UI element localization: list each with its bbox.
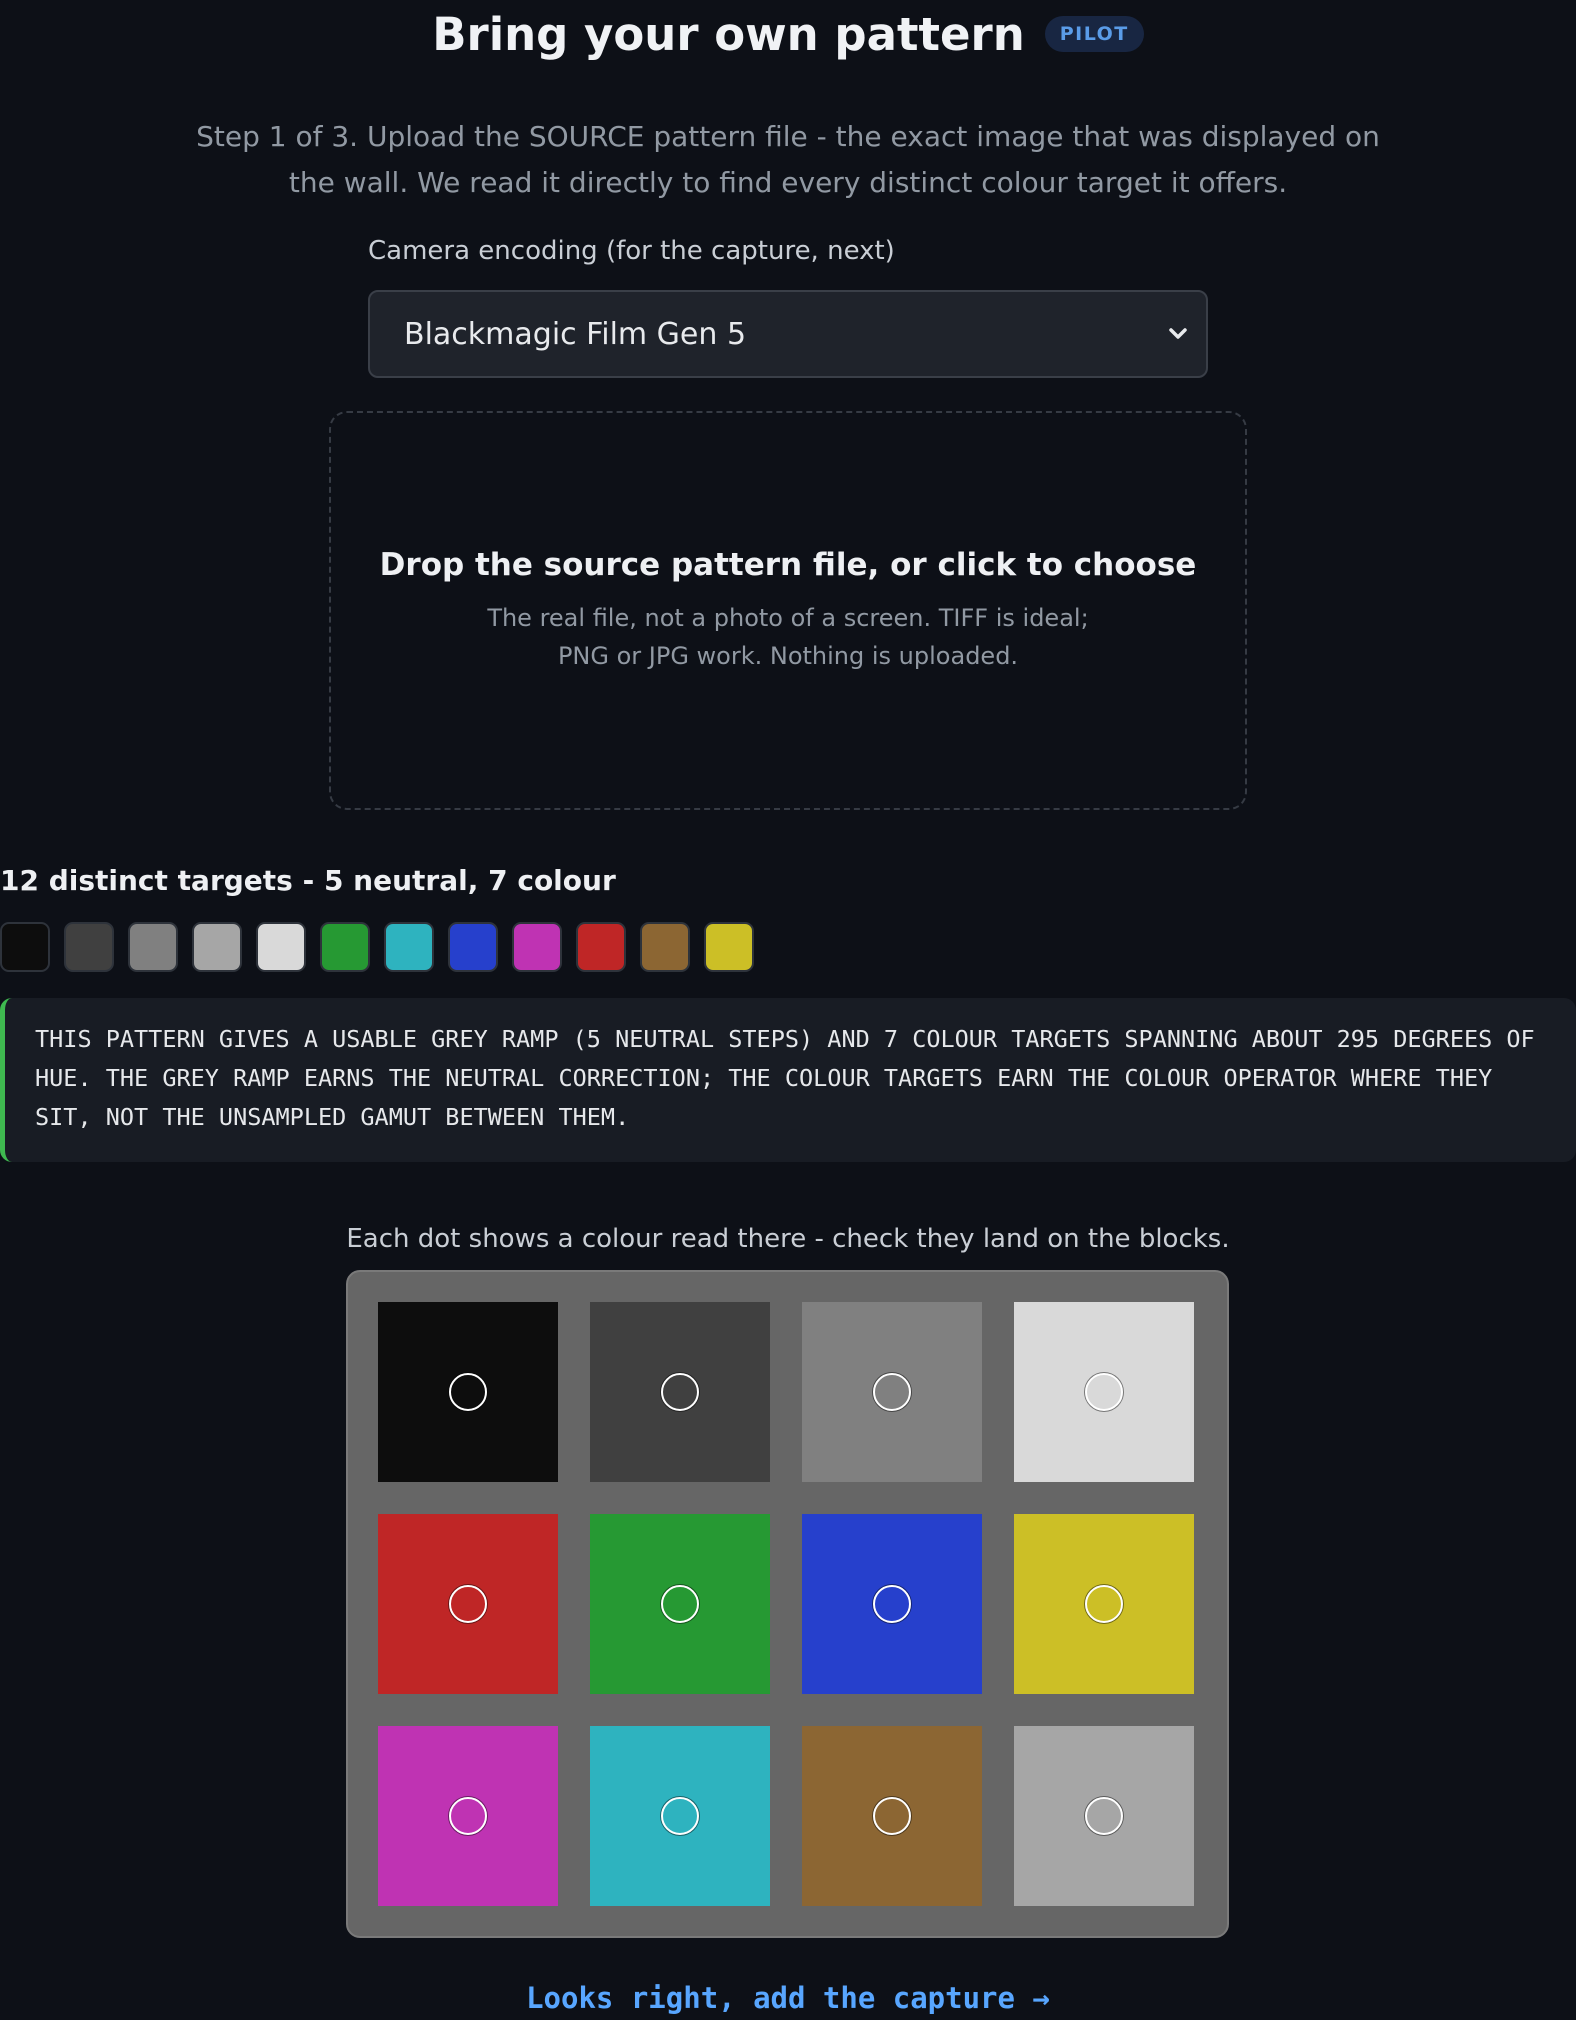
- step-intro: Step 1 of 3. Upload the SOURCE pattern f…: [196, 120, 1380, 199]
- dropzone-hint-line-2: PNG or JPG work. Nothing is uploaded.: [557, 642, 1019, 670]
- camera-encoding-label: Camera encoding (for the capture, next): [368, 236, 895, 266]
- camera-encoding-value: Blackmagic Film Gen 5: [404, 316, 747, 352]
- sample-dot: [1085, 1585, 1123, 1623]
- sample-dot: [873, 1585, 911, 1623]
- pattern-block: [378, 1302, 558, 1482]
- target-swatch: [0, 922, 50, 972]
- pattern-block: [802, 1726, 982, 1906]
- sample-dot: [873, 1797, 911, 1835]
- target-swatch: [448, 922, 498, 972]
- sample-dot: [1085, 1373, 1123, 1411]
- sample-dot: [449, 1797, 487, 1835]
- check-caption: Each dot shows a colour read there - che…: [346, 1224, 1230, 1254]
- sample-dot: [661, 1585, 699, 1623]
- target-swatch: [256, 922, 306, 972]
- sample-dot: [873, 1373, 911, 1411]
- page: Bring your own pattern PILOT Step 1 of 3…: [0, 0, 1576, 2020]
- sample-dot: [661, 1797, 699, 1835]
- target-swatch: [512, 922, 562, 972]
- target-swatch: [320, 922, 370, 972]
- pattern-block: [802, 1302, 982, 1482]
- pattern-block: [590, 1726, 770, 1906]
- dropzone-hint: The real file, not a photo of a screen. …: [331, 599, 1245, 675]
- pattern-block: [1014, 1302, 1194, 1482]
- title-row: Bring your own pattern PILOT: [0, 0, 1576, 68]
- dropzone-title: Drop the source pattern file, or click t…: [379, 547, 1197, 583]
- add-capture-link[interactable]: Looks right, add the capture →: [0, 1984, 1576, 2013]
- sample-dot: [449, 1373, 487, 1411]
- target-swatch: [704, 922, 754, 972]
- sample-dot: [661, 1373, 699, 1411]
- sample-dot: [449, 1585, 487, 1623]
- dropzone-hint-line-1: The real file, not a photo of a screen. …: [487, 604, 1089, 632]
- sample-dot: [1085, 1797, 1123, 1835]
- target-swatch: [128, 922, 178, 972]
- pattern-block: [1014, 1726, 1194, 1906]
- pattern-file-dropzone[interactable]: Drop the source pattern file, or click t…: [329, 411, 1247, 810]
- pattern-block: [378, 1726, 558, 1906]
- target-swatch: [640, 922, 690, 972]
- page-title: Bring your own pattern: [432, 7, 1025, 61]
- pattern-preview: [346, 1270, 1229, 1938]
- pattern-block: [590, 1514, 770, 1694]
- pilot-badge: PILOT: [1044, 16, 1144, 52]
- target-swatch: [384, 922, 434, 972]
- target-swatch: [64, 922, 114, 972]
- targets-summary: 12 distinct targets - 5 neutral, 7 colou…: [0, 864, 616, 897]
- chevron-down-icon: [1169, 328, 1187, 339]
- pattern-block: [1014, 1514, 1194, 1694]
- pattern-block: [802, 1514, 982, 1694]
- target-swatch: [192, 922, 242, 972]
- target-swatch: [576, 922, 626, 972]
- coverage-note: This pattern gives a usable grey ramp (5…: [0, 998, 1576, 1162]
- pattern-block: [378, 1514, 558, 1694]
- camera-encoding-select[interactable]: Blackmagic Film Gen 5: [368, 290, 1208, 378]
- pattern-block: [590, 1302, 770, 1482]
